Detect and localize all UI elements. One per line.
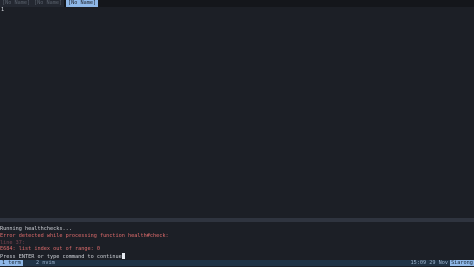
tab-no-name-1[interactable]: [No Name] bbox=[0, 0, 33, 7]
tab-no-name-2[interactable]: [No Name] bbox=[32, 0, 65, 7]
status-hostname: Siarong bbox=[450, 260, 474, 266]
tabline: [No Name] [No Name] [No Name] bbox=[0, 0, 474, 7]
window-term-active[interactable]: 1 term bbox=[0, 260, 23, 266]
tab-no-name-3-active[interactable]: [No Name] bbox=[66, 0, 99, 7]
message-separator bbox=[0, 218, 474, 222]
message-running-healthchecks: Running healthchecks... bbox=[0, 226, 72, 232]
tmux-status-bar: 1 term 2 nvim 15:09 29 Nov Siarong bbox=[0, 260, 474, 266]
text-cursor bbox=[121, 253, 125, 259]
line-number: 1 bbox=[1, 7, 5, 13]
message-e684-error: E684: list index out of range: 0 bbox=[0, 246, 100, 252]
window-nvim[interactable]: 2 nvim bbox=[34, 260, 57, 266]
message-error-detected: Error detected while processing function… bbox=[0, 233, 169, 239]
